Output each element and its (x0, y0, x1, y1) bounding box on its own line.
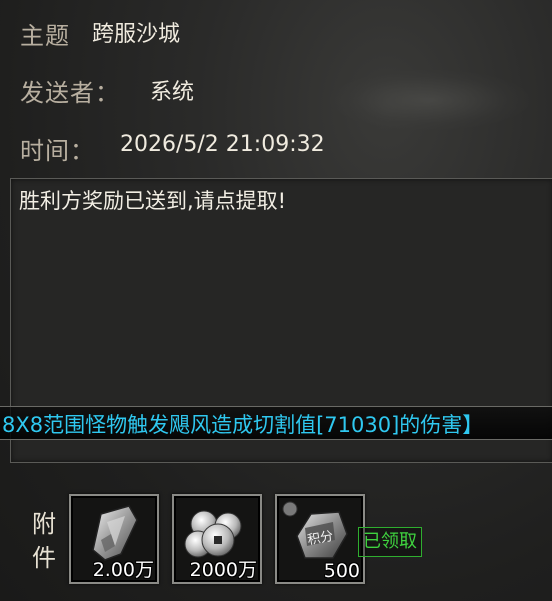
message-text: 胜利方奖励已送到,请点提取! (19, 189, 287, 213)
attachment-slot-points[interactable]: 积分 500 (275, 494, 365, 584)
system-broadcast-bar: 8X8范围怪物触发飓风造成切割值[71030]的伤害】 (0, 406, 552, 440)
claimed-status-badge: 已领取 (358, 527, 422, 557)
attachment-count: 500 (323, 560, 360, 582)
time-label: 时间： (20, 137, 95, 165)
attachments-label: 附件 (32, 510, 56, 572)
subject-value: 跨服沙城 (92, 22, 181, 47)
time-value: 2026/5/2 21:09:32 (120, 132, 325, 157)
attachment-count: 2.00万 (92, 559, 154, 581)
sender-value: 系统 (150, 80, 195, 105)
attachment-slot-coins[interactable]: 2000万 (172, 494, 262, 584)
sender-label: 发送者： (20, 79, 120, 107)
attachment-slot-silver[interactable]: 2.00万 (69, 494, 159, 584)
attachment-count: 2000万 (189, 559, 257, 581)
broadcast-text: 8X8范围怪物触发飓风造成切割值[71030]的伤害】 (2, 413, 484, 437)
subject-label: 主题 (20, 22, 70, 50)
background-smudge (330, 70, 530, 130)
